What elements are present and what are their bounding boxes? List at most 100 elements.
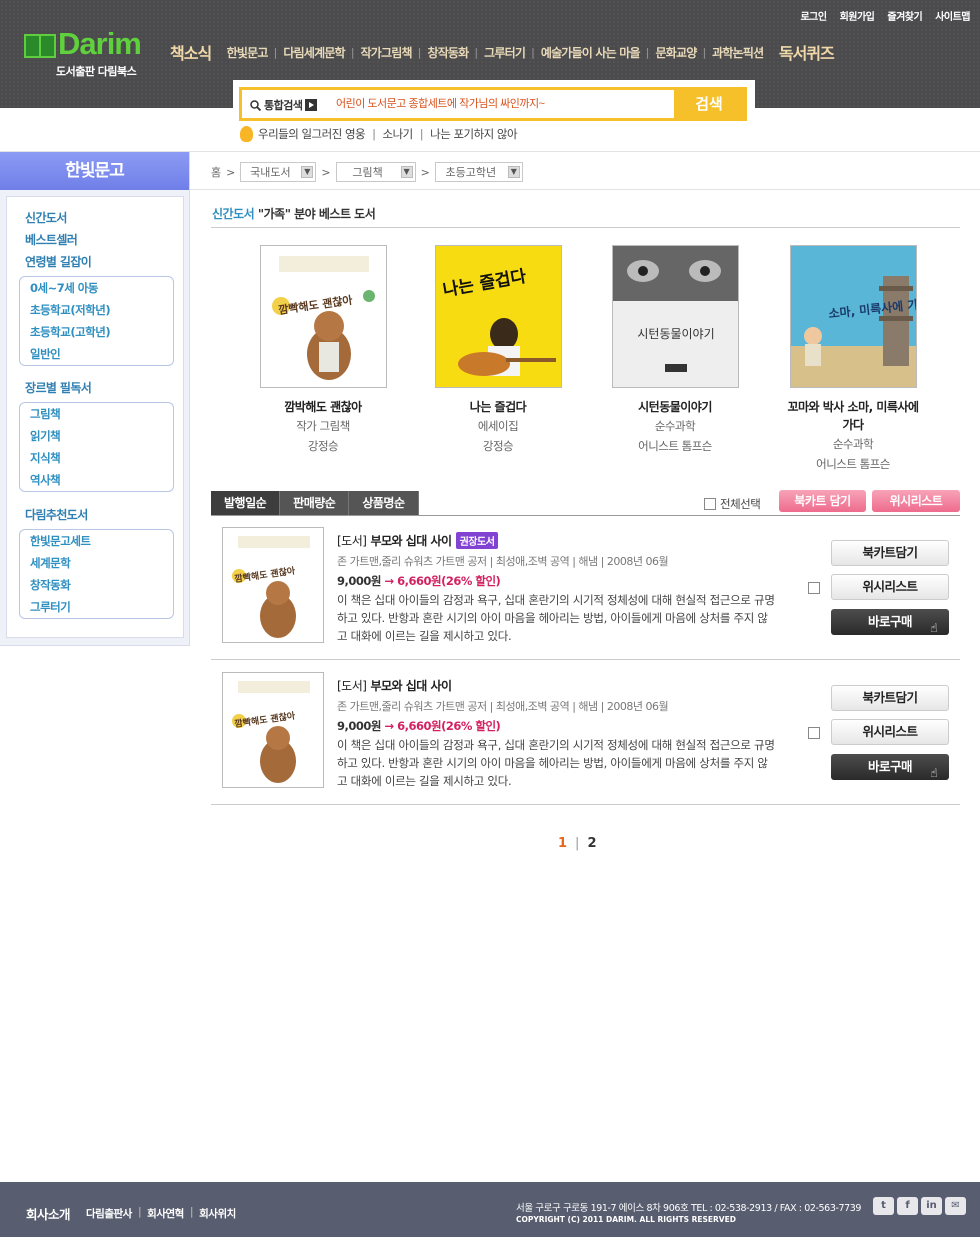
sidebar-item-rec[interactable]: 세계문학 [20,552,173,574]
sidebar-item-genre[interactable]: 역사책 [20,469,173,491]
nav-item[interactable]: 작가그림책 [361,44,413,61]
page-1[interactable]: 1 [558,836,567,851]
sidebar-item-age[interactable]: 초등학교(고학년) [20,321,173,343]
nav-item[interactable]: 창작동화 [427,44,469,61]
sidebar-link-genre[interactable]: 장르별 필독서 [25,379,92,396]
add-cart-button[interactable]: 북카트 담기 [779,490,866,512]
book-title[interactable]: 나는 즐겁다 [423,398,573,416]
hot-keyword[interactable]: 나는 포기하지 않아 [430,126,517,142]
book-cover[interactable]: 소마, 미륵사에 가다 [789,245,917,388]
item-title[interactable]: 부모와 십대 사이 [370,532,452,549]
item-checkbox[interactable] [808,582,820,594]
nav-item[interactable]: 문화교양 [655,44,697,61]
best-book[interactable]: 깜빡해도 괜찮아 깜박해도 괜찮아 작가 그림책 강정승 [248,245,398,456]
item-buy-button[interactable]: 바로구매 ☝ [831,609,949,635]
footer: 회사소개 다림출판사 | 회사연혁 | 회사위치 서울 구로구 구로동 191-… [0,1182,980,1237]
item-cart-button[interactable]: 북카트담기 [831,540,949,566]
book-thumbnail[interactable]: 깜빡해도 괜찮아 [222,672,324,788]
sidebar-link-rec[interactable]: 다림추천도서 [25,506,88,523]
nav-item[interactable]: 예술가들이 사는 마을 [541,44,641,61]
tab-publish-date[interactable]: 발행일순 [211,491,281,515]
search-input[interactable] [336,97,676,109]
logo-text: Darim [58,26,142,61]
item-description: 이 책은 십대 아이들의 감정과 욕구, 십대 혼란기의 시기적 정체성에 대해… [337,738,775,788]
item-wishlist-button[interactable]: 위시리스트 [831,719,949,745]
item-buy-button[interactable]: 바로구매 ☝ [831,754,949,780]
item-meta: 존 가트맨,줄리 슈워츠 가트맨 공저 | 최성애,조벽 공역 | 해냄 | 2… [337,555,669,568]
category-select-3[interactable]: 초등고학년 ▼ [434,162,523,182]
sidebar-item-age[interactable]: 초등학교(저학년) [20,299,173,321]
sitemap-link[interactable]: 사이트맵 [935,8,970,23]
recommended-badge: 권장도서 [455,532,499,549]
book-title[interactable]: 시턴동물이야기 [600,398,750,416]
search-scope-label: 통합검색 [264,99,303,112]
nav-item[interactable]: 한빛문고 [227,44,269,61]
twitter-icon[interactable]: t [873,1197,894,1215]
sidebar-link-new[interactable]: 신간도서 [25,209,67,226]
search-icon [250,99,261,111]
sidebar-item-age[interactable]: 일반인 [20,343,173,365]
sidebar-item-age[interactable]: 0세~7세 아동 [20,277,173,299]
logo[interactable]: Darim 도서출판 다림북스 [24,26,148,80]
sidebar-link-age[interactable]: 연령별 길잡이 [25,253,92,270]
search-button[interactable]: 검색 [674,90,744,118]
book-title[interactable]: 꼬마와 박사 소마, 미륵사에 가다 [786,398,920,434]
main-nav: 책소식 한빛문고 | 다림세계문학 | 작가그림책 | 창작동화 | 그루터기 … [170,40,835,64]
book-cover[interactable]: 시턴동물이야기 [611,245,739,388]
tab-name[interactable]: 상품명순 [349,491,419,515]
book-cover[interactable]: 깜빡해도 괜찮아 [259,245,387,388]
mail-icon[interactable]: ✉ [945,1197,966,1215]
wishlist-button[interactable]: 위시리스트 [872,490,960,512]
nav-news[interactable]: 책소식 [170,40,212,64]
category-select-1[interactable]: 국내도서 ▼ [240,162,317,182]
item-description: 이 책은 십대 아이들의 감정과 욕구, 십대 혼란기의 시기적 정체성에 대해… [337,593,775,643]
linkedin-icon[interactable]: in [921,1197,942,1215]
nav-item[interactable]: 다림세계문학 [283,44,345,61]
svg-text:나는 즐겁다: 나는 즐겁다 [441,267,528,301]
footer-link[interactable]: 회사위치 [199,1206,236,1221]
footer-link[interactable]: 다림출판사 [86,1206,132,1221]
best-book[interactable]: 나는 즐겁다 나는 즐겁다 에세이집 강정승 [423,245,573,456]
genre-box: 그림책 읽기책 지식책 역사책 [19,402,174,492]
item-cart-button[interactable]: 북카트담기 [831,685,949,711]
book-thumbnail[interactable]: 깜빡해도 괜찮아 [222,527,324,643]
book-author: 어니스트 톰프슨 [638,439,712,453]
rec-box: 한빛문고세트 세계문학 창작동화 그루터기 [19,529,174,619]
bookmark-link[interactable]: 즐겨찾기 [887,8,922,23]
hot-keyword[interactable]: 우리들의 일그러진 영웅 [258,126,366,142]
sidebar-item-genre[interactable]: 읽기책 [20,425,173,447]
sidebar-item-rec[interactable]: 창작동화 [20,574,173,596]
nav-quiz[interactable]: 독서퀴즈 [779,40,835,64]
facebook-icon[interactable]: f [897,1197,918,1215]
item-title[interactable]: 부모와 십대 사이 [370,677,452,694]
book-author: 강정승 [307,439,339,453]
select-all[interactable]: 전체선택 [704,496,761,512]
join-link[interactable]: 회원가입 [840,8,875,23]
tab-sales[interactable]: 판매량순 [280,491,350,515]
page-2[interactable]: 2 [587,836,596,851]
item-wishlist-button[interactable]: 위시리스트 [831,574,949,600]
item-type: [도서] [337,679,367,693]
sidebar-item-rec[interactable]: 그루터기 [20,596,173,618]
category-select-2[interactable]: 그림책 ▼ [335,162,416,182]
select-all-checkbox[interactable] [704,498,716,510]
sidebar-item-rec[interactable]: 한빛문고세트 [20,530,173,552]
sidebar-item-genre[interactable]: 지식책 [20,447,173,469]
nav-item[interactable]: 그루터기 [484,44,526,61]
best-book[interactable]: 소마, 미륵사에 가다 꼬마와 박사 소마, 미륵사에 가다 순수과학 어니스트… [778,245,928,474]
sidebar-item-genre[interactable]: 그림책 [20,403,173,425]
best-book[interactable]: 시턴동물이야기 시턴동물이야기 순수과학 어니스트 톰프슨 [600,245,750,456]
footer-link[interactable]: 회사연혁 [147,1206,184,1221]
pagination: 1 | 2 [558,836,597,851]
book-cover[interactable]: 나는 즐겁다 [434,245,562,388]
book-author: 강정승 [482,439,514,453]
breadcrumb-home[interactable]: 홈 [211,164,221,180]
item-checkbox[interactable] [808,727,820,739]
login-link[interactable]: 로그인 [800,8,827,23]
nav-item[interactable]: 과학논픽션 [712,44,764,61]
sidebar-link-best[interactable]: 베스트셀러 [25,231,78,248]
item-meta: 존 가트맨,줄리 슈워츠 가트맨 공저 | 최성애,조벽 공역 | 해냄 | 2… [337,700,669,713]
book-title[interactable]: 깜박해도 괜찮아 [248,398,398,416]
hot-keyword[interactable]: 소나기 [383,126,414,142]
search-scope[interactable]: 통합검색 [250,97,318,113]
